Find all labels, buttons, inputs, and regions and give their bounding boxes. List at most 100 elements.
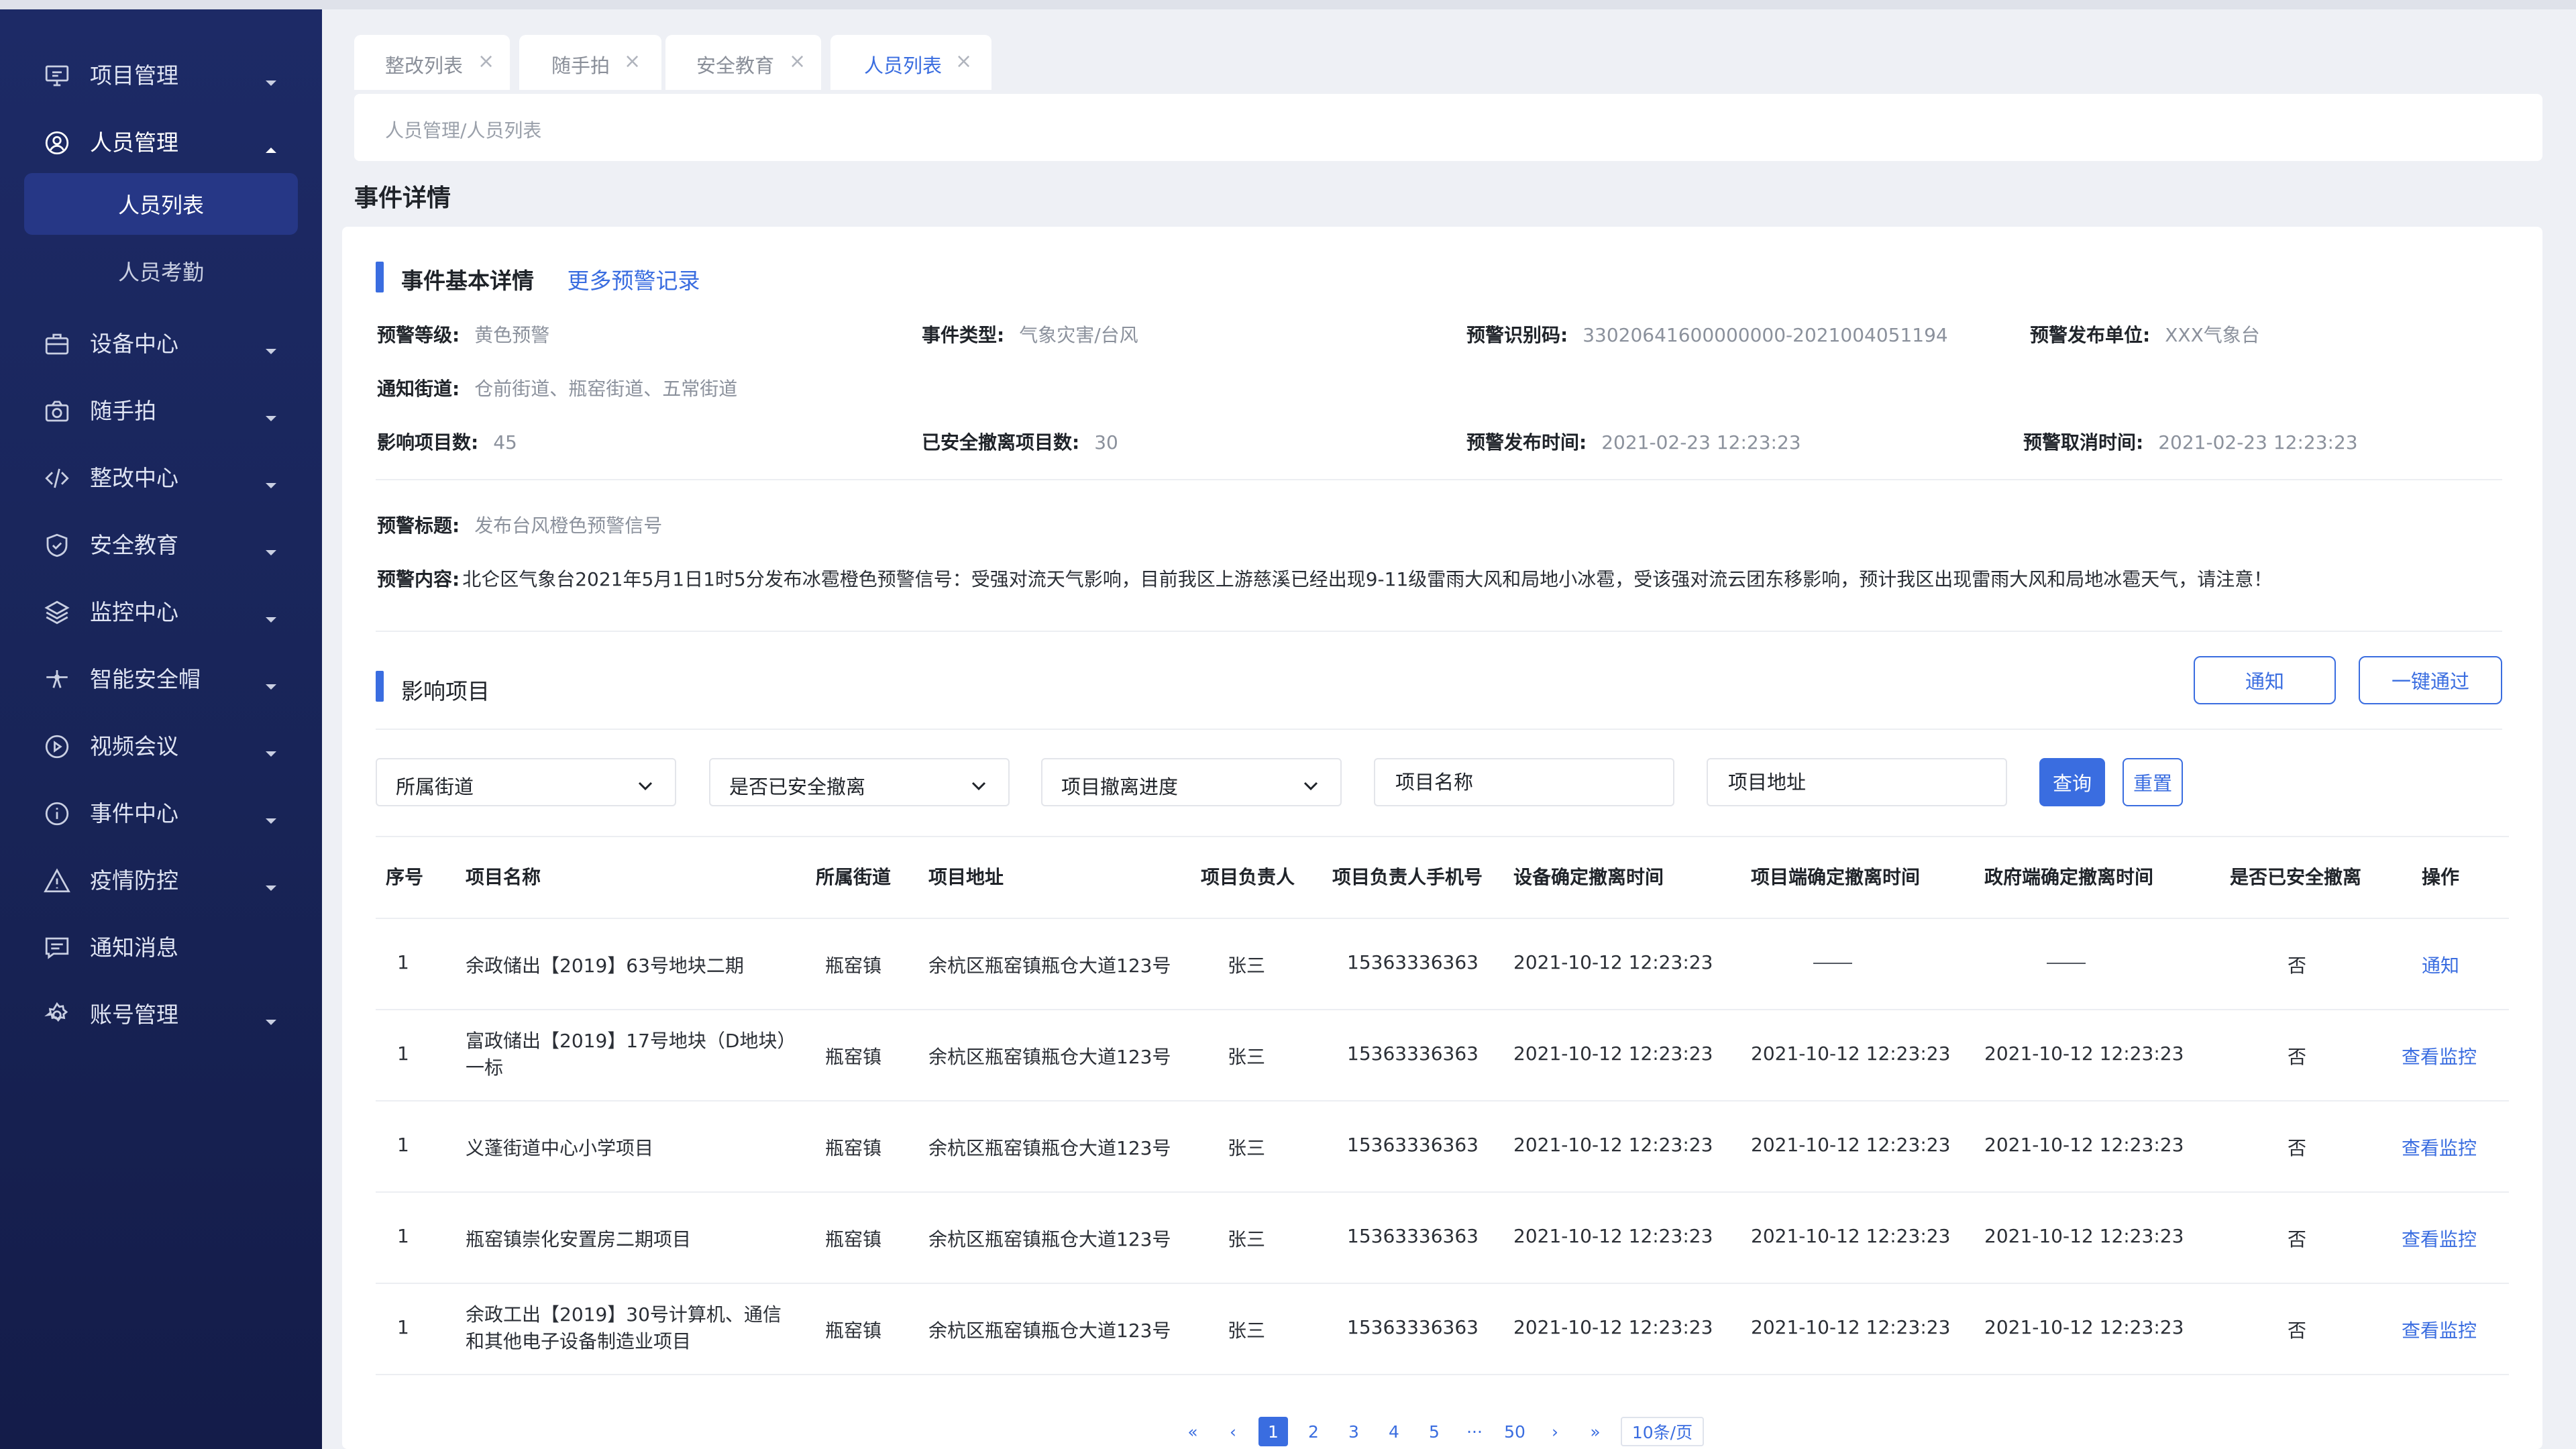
sidebar-subitem-label: 人员考勤 xyxy=(117,260,204,285)
close-icon[interactable]: × xyxy=(789,50,806,73)
info-circle-icon xyxy=(43,800,71,828)
cell-phone: 15363336363 xyxy=(1347,1042,1479,1065)
sidebar-item-safety-education[interactable]: 安全教育 xyxy=(0,515,322,576)
field-key: 影响项目数: xyxy=(377,431,479,453)
briefcase-icon xyxy=(43,330,71,358)
sidebar-item-smart-helmet[interactable]: 智能安全帽 xyxy=(0,649,322,710)
sidebar-item-snapshot[interactable]: 随手拍 xyxy=(0,381,322,441)
page-button[interactable]: 3 xyxy=(1339,1417,1368,1446)
sidebar-item-rectification-center[interactable]: 整改中心 xyxy=(0,448,322,508)
field-key: 预警识别码: xyxy=(1466,324,1568,346)
view-monitor-link[interactable]: 查看监控 xyxy=(2402,1225,2477,1252)
caret-down-icon xyxy=(263,69,279,86)
evacuated-select[interactable]: 是否已安全撤离 xyxy=(709,758,1010,806)
play-circle-icon xyxy=(43,733,71,761)
field-value: 北仑区气象台2021年5月1日1时5分发布冰雹橙色预警信号：受强对流天气影响，目… xyxy=(462,568,2273,590)
gear-icon xyxy=(43,1001,71,1029)
sidebar-item-label: 账号管理 xyxy=(90,1002,178,1028)
sidebar-item-project-management[interactable]: 项目管理 xyxy=(0,46,322,106)
cell-project-name: 余政储出【2019】63号地块二期 xyxy=(466,955,744,977)
sidebar-subitem-attendance[interactable]: 人员考勤 xyxy=(24,240,298,302)
sidebar-item-notifications[interactable]: 通知消息 xyxy=(0,918,322,978)
tab-personnel-list[interactable]: 人员列表 × xyxy=(830,35,991,90)
more-records-link[interactable]: 更多预警记录 xyxy=(568,268,700,294)
notify-link[interactable]: 通知 xyxy=(2422,951,2459,978)
sidebar-item-label: 疫情防控 xyxy=(90,867,178,894)
cell-no: 1 xyxy=(397,1316,409,1338)
project-address-input[interactable] xyxy=(1708,759,2006,805)
chevron-down-icon xyxy=(636,775,655,791)
field-key: 预警发布单位: xyxy=(2030,324,2151,346)
view-monitor-link[interactable]: 查看监控 xyxy=(2402,1042,2477,1069)
query-button[interactable]: 查询 xyxy=(2039,758,2105,806)
sidebar-item-label: 安全教育 xyxy=(90,532,178,558)
field-value: 黄色预警 xyxy=(474,324,550,346)
close-icon[interactable]: × xyxy=(955,50,972,73)
sidebar-item-label: 项目管理 xyxy=(90,62,178,89)
breadcrumb-path[interactable]: 人员管理/人员列表 xyxy=(385,116,541,143)
tab-rectification-list[interactable]: 整改列表 × xyxy=(354,35,510,90)
close-icon[interactable]: × xyxy=(478,50,494,73)
next-page-button[interactable]: › xyxy=(1540,1417,1570,1446)
cell-street: 瓶窑镇 xyxy=(825,1046,882,1068)
cell-safe: 否 xyxy=(2288,1046,2307,1068)
sidebar-item-account-management[interactable]: 账号管理 xyxy=(0,985,322,1045)
field-warning-code: 预警识别码: 33020641600000000-2021004051194 xyxy=(1466,321,1948,347)
notify-button[interactable]: 通知 xyxy=(2194,656,2336,704)
project-name-input[interactable] xyxy=(1375,759,1673,805)
sidebar-item-monitoring-center[interactable]: 监控中心 xyxy=(0,582,322,643)
column-header: 序号 xyxy=(386,866,424,888)
sidebar-item-device-center[interactable]: 设备中心 xyxy=(0,314,322,374)
view-monitor-link[interactable]: 查看监控 xyxy=(2402,1134,2477,1161)
first-page-button[interactable]: « xyxy=(1178,1417,1208,1446)
tab-snapshot[interactable]: 随手拍 × xyxy=(519,35,661,90)
empty-dash xyxy=(2047,962,2086,964)
caret-down-icon xyxy=(263,807,279,824)
cell-project-name: 义蓬街道中心小学项目 xyxy=(466,1137,654,1159)
one-click-pass-button[interactable]: 一键通过 xyxy=(2359,656,2502,704)
chevron-down-icon xyxy=(969,775,988,791)
layers-icon xyxy=(43,598,71,627)
cell-no: 1 xyxy=(397,1042,409,1065)
cell-no: 1 xyxy=(397,951,409,973)
sidebar-item-epidemic-prevention[interactable]: 疫情防控 xyxy=(0,851,322,911)
sidebar-item-label: 智能安全帽 xyxy=(90,666,201,692)
reset-button[interactable]: 重置 xyxy=(2123,758,2183,806)
section-title-text: 事件基本详情 xyxy=(401,268,534,294)
cell-street: 瓶窑镇 xyxy=(825,955,882,977)
field-notify-streets: 通知街道: 仓前街道、瓶窑街道、五常街道 xyxy=(377,374,737,401)
page-button-current[interactable]: 1 xyxy=(1258,1417,1288,1446)
caret-down-icon xyxy=(263,673,279,690)
field-key: 通知街道: xyxy=(377,378,460,400)
street-select[interactable]: 所属街道 xyxy=(376,758,676,806)
page-size-select[interactable]: 10条/页 xyxy=(1621,1417,1704,1446)
sidebar-item-label: 通知消息 xyxy=(90,934,178,961)
field-value: 45 xyxy=(493,431,517,453)
cell-no: 1 xyxy=(397,1225,409,1247)
progress-select[interactable]: 项目撤离进度 xyxy=(1041,758,1342,806)
sidebar-item-video-meeting[interactable]: 视频会议 xyxy=(0,716,322,777)
sidebar-item-personnel-management[interactable]: 人员管理 xyxy=(0,113,322,173)
last-page-button[interactable]: » xyxy=(1580,1417,1610,1446)
tab-safety-education[interactable]: 安全教育 × xyxy=(665,35,821,90)
sidebar-subitem-personnel-list[interactable]: 人员列表 xyxy=(24,173,298,235)
cell-gov-time: 2021-10-12 12:23:23 xyxy=(1984,1316,2184,1338)
page-button[interactable]: 4 xyxy=(1379,1417,1409,1446)
page-button[interactable]: 2 xyxy=(1299,1417,1328,1446)
cell-street: 瓶窑镇 xyxy=(825,1228,882,1250)
divider xyxy=(376,836,2509,837)
caret-down-icon xyxy=(263,1008,279,1025)
page-button[interactable]: 5 xyxy=(1419,1417,1449,1446)
caret-down-icon xyxy=(263,874,279,891)
row-divider xyxy=(376,1374,2509,1375)
camera-icon xyxy=(43,397,71,425)
page-button[interactable]: 50 xyxy=(1500,1417,1529,1446)
sidebar-item-event-center[interactable]: 事件中心 xyxy=(0,784,322,844)
cell-project-time: 2021-10-12 12:23:23 xyxy=(1751,1316,1951,1338)
view-monitor-link[interactable]: 查看监控 xyxy=(2402,1316,2477,1343)
close-icon[interactable]: × xyxy=(624,50,641,73)
sidebar-subitem-label: 人员列表 xyxy=(117,193,204,218)
prev-page-button[interactable]: ‹ xyxy=(1218,1417,1248,1446)
field-value: 33020641600000000-2021004051194 xyxy=(1582,324,1948,346)
field-evacuated-count: 已安全撤离项目数: 30 xyxy=(922,428,1118,455)
